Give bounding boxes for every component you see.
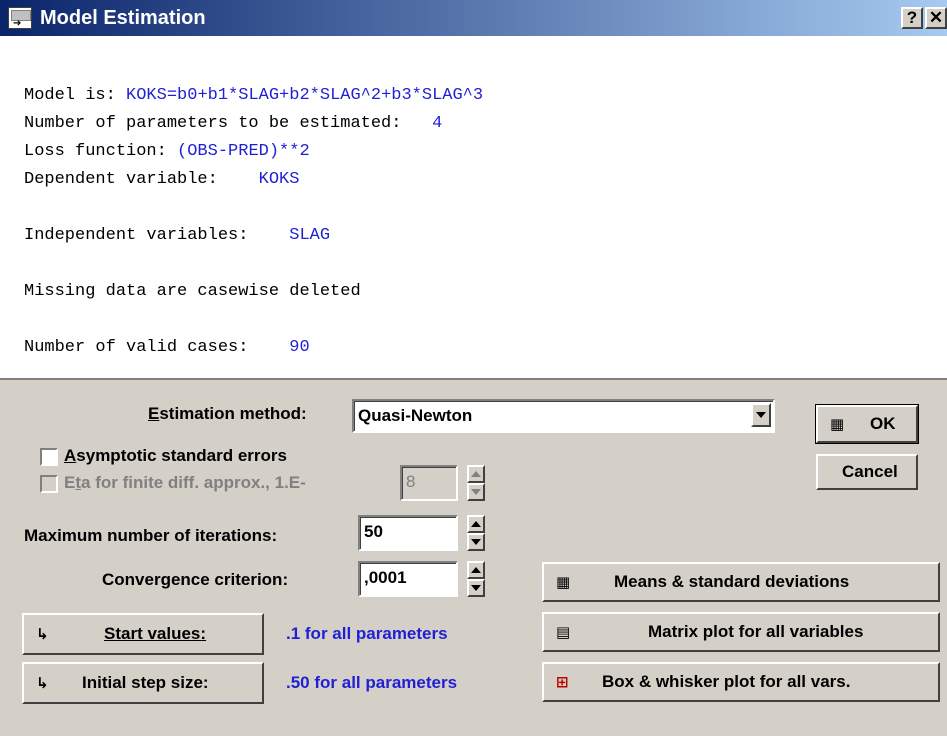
- model-value: KOKS=b0+b1*SLAG+b2*SLAG^2+b3*SLAG^3: [126, 86, 484, 105]
- loss-line: Loss function: (OBS-PRED)**2: [24, 142, 310, 161]
- cancel-button[interactable]: Cancel: [816, 454, 918, 490]
- output-panel: Model is: KOKS=b0+b1*SLAG+b2*SLAG^2+b3*S…: [0, 36, 947, 380]
- loss-value: (OBS-PRED)**2: [177, 142, 310, 161]
- eta-checkbox[interactable]: [40, 475, 58, 493]
- missing-data-line: Missing data are casewise deleted: [24, 282, 361, 301]
- estimation-method-select[interactable]: Quasi-Newton: [352, 399, 775, 433]
- dependent-value: KOKS: [258, 170, 300, 189]
- model-line: Model is: KOKS=b0+b1*SLAG+b2*SLAG^2+b3*S…: [24, 86, 484, 105]
- app-icon: ➔: [8, 7, 32, 29]
- grid-icon: ▦: [830, 415, 845, 433]
- independent-value: SLAG: [289, 226, 331, 245]
- eta-spinner[interactable]: [467, 465, 485, 501]
- close-button[interactable]: ✕: [925, 7, 947, 29]
- convergence-label: Convergence criterion:: [102, 570, 289, 589]
- independent-line: Independent variables: SLAG: [24, 226, 331, 245]
- valid-cases-value: 90: [289, 338, 310, 357]
- asymptotic-label[interactable]: Asymptotic standard errors: [64, 446, 287, 466]
- estimation-method-label: Estimation method:: [148, 404, 307, 423]
- eta-label: Eta for finite diff. approx., 1.E-: [64, 473, 306, 492]
- initial-step-size-button[interactable]: ↳ Initial step size:: [22, 662, 264, 704]
- ok-button[interactable]: ▦ OK: [815, 404, 919, 444]
- chevron-down-icon[interactable]: [751, 403, 771, 427]
- step-size-note: .50 for all parameters: [286, 673, 458, 692]
- params-line: Number of parameters to be estimated: 4: [24, 114, 443, 133]
- params-value: 4: [432, 114, 443, 133]
- arrow-icon: ↳: [36, 674, 49, 692]
- max-iterations-spinner[interactable]: [467, 515, 485, 551]
- eta-input[interactable]: 8: [400, 465, 458, 501]
- convergence-input[interactable]: ,0001: [358, 561, 458, 597]
- convergence-spinner[interactable]: [467, 561, 485, 597]
- table-icon: ▦: [556, 573, 571, 591]
- dependent-line: Dependent variable: KOKS: [24, 170, 300, 189]
- model-estimation-dialog: ➔ Model Estimation ? ✕ Model is: KOKS=b0…: [0, 0, 947, 736]
- box-plot-icon: ⊞: [556, 673, 569, 691]
- max-iterations-label: Maximum number of iterations:: [24, 526, 278, 545]
- box-whisker-button[interactable]: ⊞ Box & whisker plot for all vars.: [542, 662, 940, 702]
- matrix-plot-button[interactable]: ▤ Matrix plot for all variables: [542, 612, 940, 652]
- start-values-button[interactable]: ↳ Start values:: [22, 613, 264, 655]
- help-button[interactable]: ?: [901, 7, 923, 29]
- max-iterations-input[interactable]: 50: [358, 515, 458, 551]
- window-title: Model Estimation: [40, 7, 206, 29]
- means-button[interactable]: ▦ Means & standard deviations: [542, 562, 940, 602]
- start-values-note: .1 for all parameters: [286, 624, 448, 643]
- title-bar[interactable]: ➔ Model Estimation ? ✕: [0, 0, 947, 36]
- arrow-icon: ↳: [36, 625, 49, 643]
- matrix-icon: ▤: [556, 623, 571, 641]
- asymptotic-checkbox[interactable]: [40, 448, 58, 466]
- valid-cases-line: Number of valid cases: 90: [24, 338, 310, 357]
